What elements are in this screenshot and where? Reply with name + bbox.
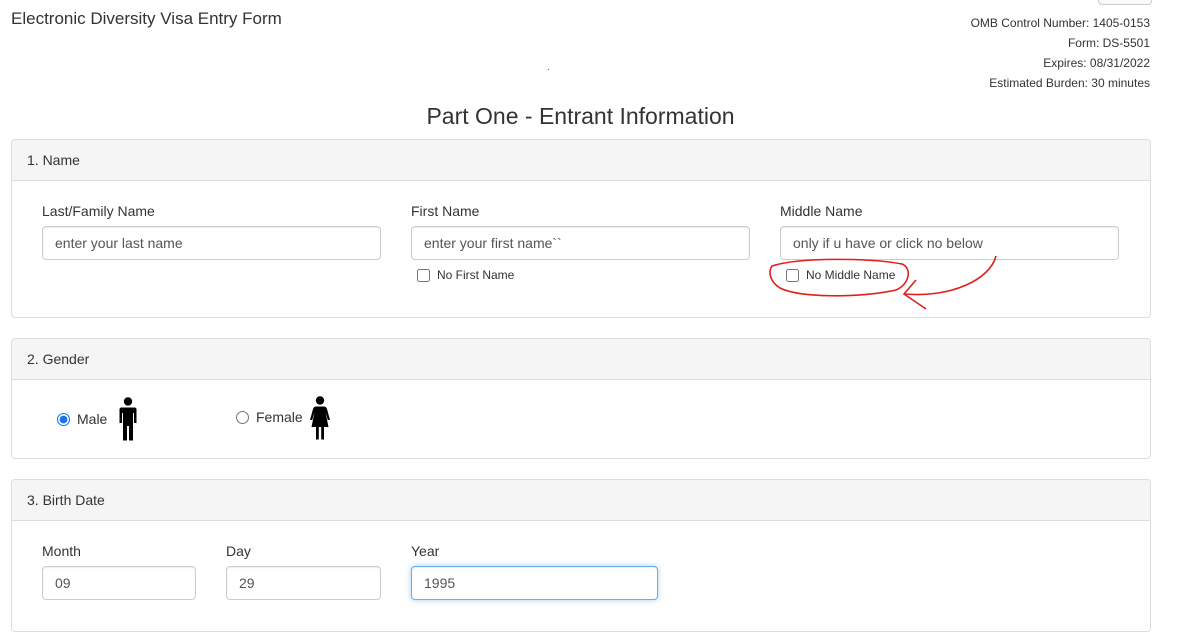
no-middle-name-checkbox[interactable] <box>786 268 799 282</box>
month-input[interactable] <box>42 566 196 600</box>
day-label: Day <box>226 543 251 559</box>
first-name-input[interactable] <box>411 226 750 260</box>
female-person-icon <box>310 396 330 440</box>
name-panel: 1. Name Last/Family Name First Name No F… <box>11 139 1151 318</box>
male-radio-label[interactable]: Male <box>57 411 107 427</box>
middle-name-input[interactable] <box>780 226 1119 260</box>
no-first-name-text: No First Name <box>437 268 515 282</box>
middle-name-label: Middle Name <box>780 203 863 219</box>
app-title: Electronic Diversity Visa Entry Form <box>11 9 282 28</box>
stray-dot: . <box>547 62 550 73</box>
female-radio-label[interactable]: Female <box>236 409 303 425</box>
top-button[interactable] <box>1098 0 1152 5</box>
male-radio[interactable] <box>57 412 70 426</box>
month-label: Month <box>42 543 81 559</box>
first-name-label: First Name <box>411 203 480 219</box>
year-input[interactable] <box>411 566 658 600</box>
female-text: Female <box>256 409 303 425</box>
form-metadata: OMB Control Number: 1405-0153 Form: DS-5… <box>971 13 1150 93</box>
year-label: Year <box>411 543 440 559</box>
last-name-label: Last/Family Name <box>42 203 155 219</box>
male-text: Male <box>77 411 108 427</box>
male-person-icon <box>119 397 137 441</box>
day-input[interactable] <box>226 566 381 600</box>
page-title: Part One - Entrant Information <box>426 103 735 129</box>
estimated-burden: Estimated Burden: 30 minutes <box>989 76 1150 90</box>
gender-panel-heading: 2. Gender <box>12 339 1150 380</box>
no-middle-name-text: No Middle Name <box>806 268 896 282</box>
form-number: Form: DS-5501 <box>1067 36 1150 50</box>
birth-date-panel-heading: 3. Birth Date <box>12 480 1150 521</box>
expiration-date: Expires: 08/31/2022 <box>1043 56 1150 70</box>
last-name-input[interactable] <box>42 226 381 260</box>
no-middle-name-checkbox-label[interactable]: No Middle Name <box>786 268 895 282</box>
birth-date-panel: 3. Birth Date Month Day Year <box>11 479 1151 632</box>
gender-panel: 2. Gender Male Female <box>11 338 1151 459</box>
name-panel-heading: 1. Name <box>12 140 1150 181</box>
no-first-name-checkbox-label[interactable]: No First Name <box>417 268 514 282</box>
no-first-name-checkbox[interactable] <box>417 268 430 282</box>
female-radio[interactable] <box>236 410 249 424</box>
omb-control-number: OMB Control Number: 1405-0153 <box>970 16 1150 30</box>
